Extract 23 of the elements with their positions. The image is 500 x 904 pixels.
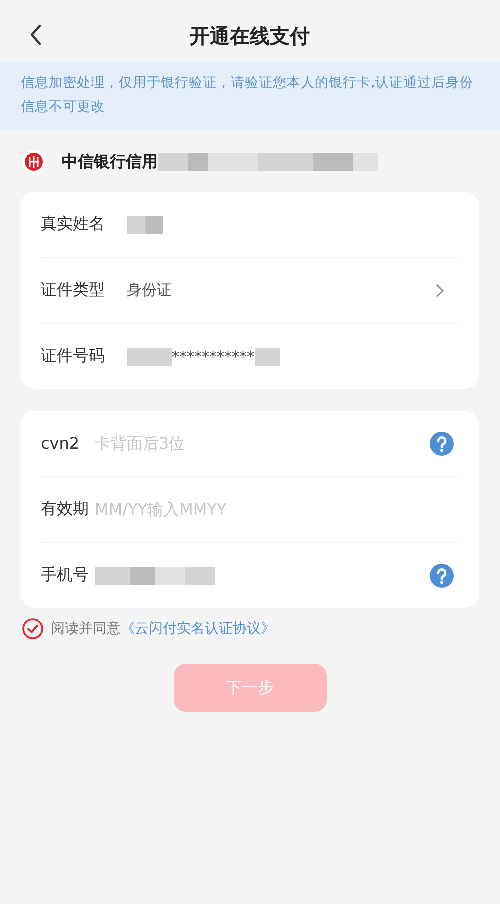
notice-banner: 信息加密处理，仅用于银行验证，请验证您本人的银行卡,认证通过后身份信息不可更改 (0, 62, 500, 130)
page-title: 开通在线支付 (190, 22, 310, 50)
checkbox[interactable] (22, 618, 44, 640)
field-label: 手机号 (41, 565, 90, 586)
field-label: 真实姓名 (41, 214, 106, 235)
help-icon[interactable] (430, 564, 454, 588)
redacted-block (254, 348, 280, 366)
field-label: 证件类型 (41, 280, 106, 301)
redacted-block (127, 216, 163, 234)
field-label: 证件号码 (41, 346, 106, 367)
bank-logo-icon (22, 150, 46, 174)
input-field[interactable]: MM/YY输入MMYY (95, 500, 315, 519)
chevron-right-icon[interactable] (435, 282, 445, 298)
input-field[interactable]: 卡背面后3位 (95, 434, 315, 453)
help-icon[interactable] (430, 432, 454, 456)
agreement-text: 阅读并同意 (51, 620, 121, 638)
field-label: cvn2 (41, 434, 81, 453)
field-value[interactable]: 身份证 (127, 281, 172, 300)
field-label: 有效期 (41, 499, 90, 520)
agreement-link[interactable]: 《云闪付实名认证协议》 (121, 620, 275, 638)
bank-name: 中信银行信用 (62, 152, 158, 172)
id-number: *********** (172, 348, 254, 366)
redacted-block (127, 348, 172, 366)
